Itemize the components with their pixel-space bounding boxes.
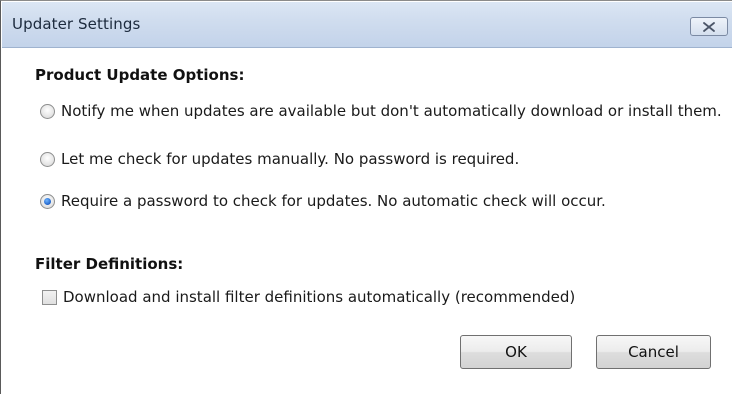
updater-settings-dialog: Updater Settings Product Update Options:… — [0, 0, 732, 395]
title-bar[interactable]: Updater Settings — [2, 2, 732, 48]
filter-definitions-option[interactable]: Download and install filter definitions … — [42, 287, 575, 307]
radio-button-manual[interactable] — [40, 151, 55, 167]
filter-definitions-label: Download and install filter definitions … — [63, 288, 576, 306]
close-icon — [703, 21, 715, 32]
close-button[interactable] — [690, 17, 728, 36]
product-update-heading: Product Update Options: — [35, 66, 245, 84]
filter-definitions-checkbox[interactable] — [42, 289, 57, 305]
window-title: Updater Settings — [12, 15, 141, 33]
radio-button-notify[interactable] — [40, 103, 55, 119]
filter-definitions-heading: Filter Definitions: — [35, 255, 184, 273]
radio-option-password[interactable]: Require a password to check for updates.… — [40, 191, 606, 211]
radio-label-password: Require a password to check for updates.… — [61, 192, 606, 210]
radio-label-notify: Notify me when updates are available but… — [61, 102, 722, 120]
radio-button-password[interactable] — [40, 193, 55, 209]
cancel-button[interactable]: Cancel — [596, 335, 711, 369]
dialog-content: Product Update Options: Notify me when u… — [2, 48, 732, 395]
radio-label-manual: Let me check for updates manually. No pa… — [61, 150, 520, 168]
radio-option-manual[interactable]: Let me check for updates manually. No pa… — [40, 149, 519, 169]
radio-option-notify[interactable]: Notify me when updates are available but… — [40, 101, 722, 121]
ok-button[interactable]: OK — [460, 335, 572, 369]
